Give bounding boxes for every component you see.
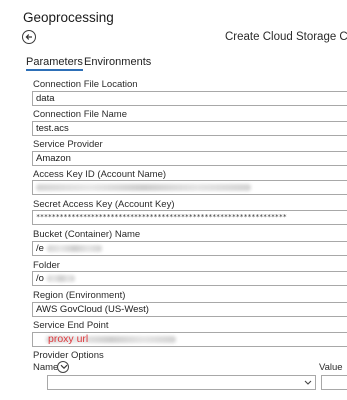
tab-environments[interactable]: Environments: [84, 56, 151, 68]
region-label: Region (Environment): [33, 290, 126, 301]
service-endpoint-label: Service End Point: [33, 320, 109, 331]
back-arrow-icon[interactable]: [22, 30, 36, 44]
provider-options-label: Provider Options: [33, 350, 104, 361]
connection-name-label: Connection File Name: [33, 109, 127, 120]
connection-location-label: Connection File Location: [33, 79, 138, 90]
access-key-id-field[interactable]: [32, 180, 347, 195]
access-key-id-label: Access Key ID (Account Name): [33, 169, 167, 180]
provider-option-value-field[interactable]: [321, 375, 347, 390]
chevron-down-circle-icon[interactable]: [57, 361, 69, 373]
tab-parameters[interactable]: Parameters: [26, 56, 83, 71]
service-provider-select[interactable]: Amazon: [32, 151, 347, 166]
service-provider-label: Service Provider: [33, 139, 103, 150]
secret-key-label: Secret Access Key (Account Key): [33, 199, 175, 210]
provider-option-name-select[interactable]: [47, 375, 316, 390]
connection-location-field[interactable]: data: [32, 91, 347, 106]
region-select[interactable]: AWS GovCloud (US-West): [32, 302, 347, 317]
folder-field[interactable]: /o: [32, 271, 347, 286]
tool-title: Create Cloud Storage Con: [225, 31, 347, 43]
connection-name-field[interactable]: test.acs: [32, 121, 347, 136]
chevron-down-icon: [304, 380, 312, 385]
redacted-value: [36, 183, 251, 191]
folder-value-prefix: /o: [36, 273, 44, 284]
bucket-value-prefix: /e: [36, 243, 44, 254]
bucket-field[interactable]: /e: [32, 241, 347, 256]
provider-options-name-header: Name: [33, 362, 59, 373]
secret-key-field[interactable]: ****************************************…: [32, 210, 347, 225]
bucket-label: Bucket (Container) Name: [33, 229, 141, 240]
redacted-value: [46, 244, 102, 252]
proxy-url-annotation: proxy url: [48, 333, 89, 345]
redacted-value: [46, 274, 75, 282]
pane-title: Geoprocessing: [23, 10, 114, 25]
folder-label: Folder: [33, 260, 60, 271]
provider-options-value-header: Value: [319, 362, 343, 373]
